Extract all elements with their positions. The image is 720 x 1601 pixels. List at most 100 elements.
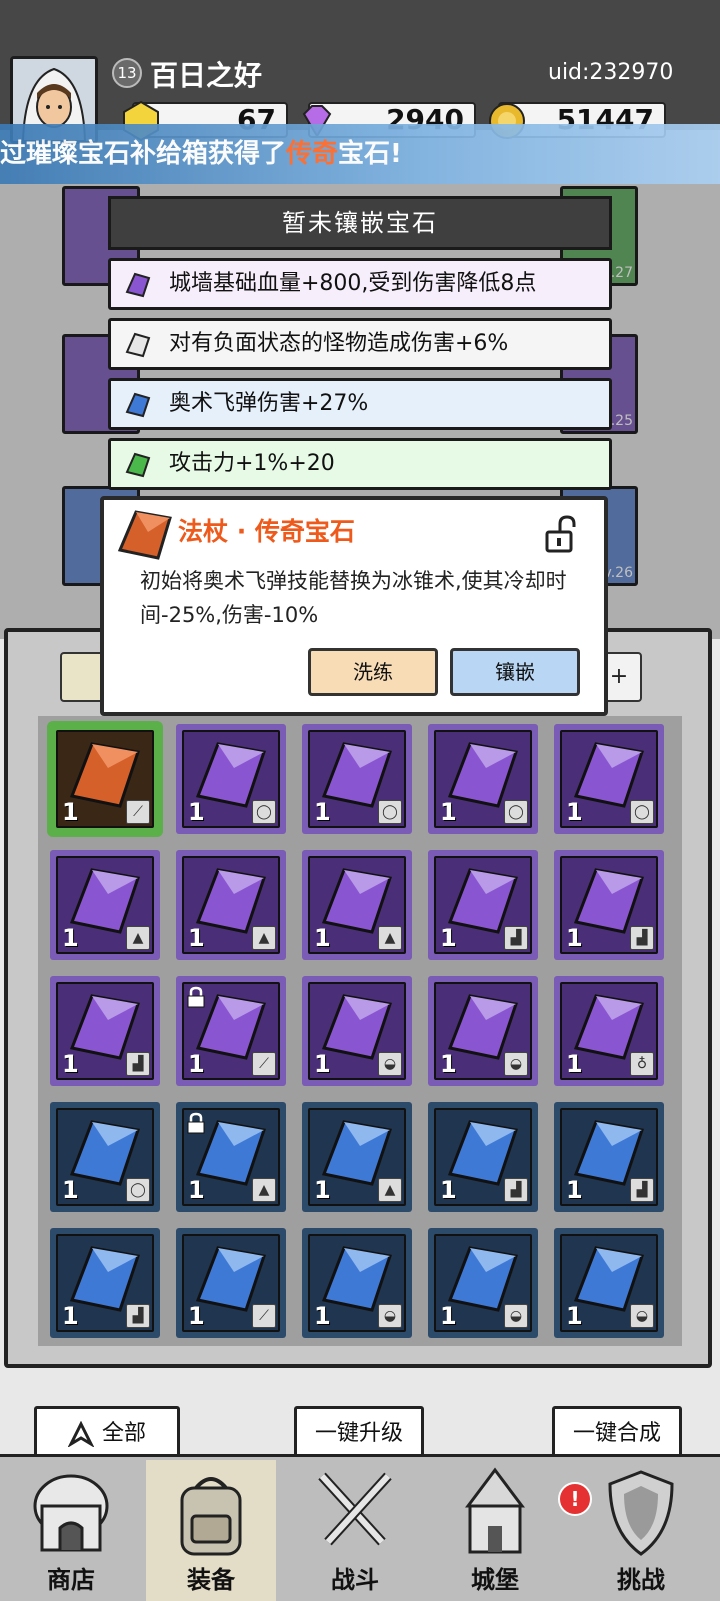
- hat-slot-icon: ◒: [504, 1304, 528, 1328]
- armor-slot-icon: ▲: [378, 926, 402, 950]
- stat-row: 攻击力+1%+20: [108, 438, 612, 490]
- amulet-slot-icon: ♁: [630, 1052, 654, 1076]
- backpack-icon: [180, 1477, 242, 1556]
- armor-slot-icon: ▲: [252, 1178, 276, 1202]
- stat-text: 对有负面状态的怪物造成伤害+6%: [169, 331, 509, 356]
- player-name: 百日之好: [150, 59, 263, 92]
- tooltip-description: 初始将奥术飞弹技能替换为冰锥术,使其冷却时间-25%,伤害-10%: [140, 569, 567, 627]
- green-gem-icon: [125, 452, 151, 478]
- inventory-gem-cell[interactable]: 1 ▟: [428, 1102, 538, 1212]
- inventory-gem-cell[interactable]: 1 ⟋: [176, 1228, 286, 1338]
- inventory-gem-cell[interactable]: 1 ◯: [302, 724, 412, 834]
- gem-count: 1: [314, 1176, 331, 1204]
- inventory-gem-cell[interactable]: 1 ▟: [554, 1102, 664, 1212]
- stat-row: 对有负面状态的怪物造成伤害+6%: [108, 318, 612, 370]
- nav-label: 商店: [47, 1566, 95, 1594]
- nav-shop[interactable]: 商店: [6, 1460, 136, 1601]
- boots-slot-icon: ▟: [630, 926, 654, 950]
- inventory-gem-cell[interactable]: 1 ⟋: [50, 724, 160, 834]
- nav-castle[interactable]: 城堡: [430, 1460, 560, 1601]
- purple-gem-icon: [125, 272, 151, 298]
- gem-count: 1: [62, 924, 79, 952]
- boots-slot-icon: ▟: [630, 1178, 654, 1202]
- unlock-icon[interactable]: [544, 514, 580, 554]
- hat-slot-icon: ◒: [378, 1304, 402, 1328]
- inventory-gem-cell[interactable]: 1 ⟋: [176, 976, 286, 1086]
- level-badge: 13: [112, 58, 142, 88]
- nav-label: 城堡: [471, 1566, 519, 1594]
- lock-icon: [187, 1112, 205, 1134]
- gem-count: 1: [62, 1176, 79, 1204]
- user-id: uid:232970: [548, 60, 674, 85]
- staff-slot-icon: ⟋: [252, 1052, 276, 1076]
- stat-text: 奥术飞弹伤害+27%: [169, 391, 369, 416]
- gem-count: 1: [188, 1176, 205, 1204]
- white-gem-icon: [125, 332, 151, 358]
- announcement-suffix: 宝石!: [338, 139, 402, 169]
- inventory-gem-cell[interactable]: 1 ▟: [50, 976, 160, 1086]
- gem-count: 1: [314, 1302, 331, 1330]
- gem-count: 1: [566, 798, 583, 826]
- shirt-filter-icon[interactable]: [60, 652, 104, 702]
- gem-count: 1: [440, 924, 457, 952]
- gem-count: 1: [314, 798, 331, 826]
- gem-count: 1: [314, 1050, 331, 1078]
- inventory-gem-cell[interactable]: 1 ◒: [302, 976, 412, 1086]
- staff-slot-icon: ⟋: [252, 1304, 276, 1328]
- ring-slot-icon: ◯: [378, 800, 402, 824]
- filter-all-label: 全部: [101, 1421, 146, 1446]
- castle-icon: [465, 1467, 525, 1554]
- inventory-gem-cell[interactable]: 1 ▟: [428, 850, 538, 960]
- announcement-banner: 过璀璨宝石补给箱获得了传奇宝石!: [0, 124, 720, 184]
- hat-slot-icon: ◒: [378, 1052, 402, 1076]
- inventory-gem-cell[interactable]: 1 ◯: [50, 1102, 160, 1212]
- gem-count: 1: [566, 924, 583, 952]
- shield-icon: [608, 1470, 674, 1556]
- nav-battle[interactable]: 战斗: [290, 1460, 420, 1601]
- shop-icon: [33, 1474, 109, 1552]
- inventory-gem-cell[interactable]: 1 ▲: [176, 850, 286, 960]
- triangle-filter-icon: [67, 1420, 95, 1448]
- nav-challenge[interactable]: 挑战: [576, 1460, 706, 1601]
- ring-slot-icon: ◯: [252, 800, 276, 824]
- gem-slot-panel: 暂未镶嵌宝石 城墙基础血量+800,受到伤害降低8点 对有负面状态的怪物造成伤害…: [108, 196, 612, 496]
- armor-slot-icon: ▲: [252, 926, 276, 950]
- stat-text: 城墙基础血量+800,受到伤害降低8点: [169, 271, 537, 296]
- ring-slot-icon: ◯: [504, 800, 528, 824]
- inventory-gem-cell[interactable]: 1 ▲: [302, 1102, 412, 1212]
- inventory-gem-cell[interactable]: 1 ▲: [176, 1102, 286, 1212]
- staff-slot-icon: ⟋: [126, 800, 150, 824]
- inventory-gem-cell[interactable]: 1 ▟: [50, 1228, 160, 1338]
- stat-text: 攻击力+1%+20: [169, 451, 335, 476]
- inventory-gem-cell[interactable]: 1 ◯: [428, 724, 538, 834]
- gem-count: 1: [566, 1302, 583, 1330]
- inventory-gem-cell[interactable]: 1 ▲: [302, 850, 412, 960]
- inventory-gem-cell[interactable]: 1 ▟: [554, 850, 664, 960]
- stat-row: 奥术飞弹伤害+27%: [108, 378, 612, 430]
- nav-label: 装备: [187, 1566, 235, 1594]
- tooltip-title: 法杖 · 传奇宝石: [178, 517, 355, 546]
- inventory-gem-cell[interactable]: 1 ◯: [176, 724, 286, 834]
- gem-count: 1: [62, 798, 79, 826]
- gem-count: 1: [62, 1050, 79, 1078]
- inventory-gem-cell[interactable]: 1 ▲: [50, 850, 160, 960]
- inventory-gem-cell[interactable]: 1 ◯: [554, 724, 664, 834]
- legendary-gem-icon: [117, 510, 172, 560]
- armor-slot-icon: ▲: [378, 1178, 402, 1202]
- gem-count: 1: [566, 1176, 583, 1204]
- inventory-gem-cell[interactable]: 1 ♁: [554, 976, 664, 1086]
- inlay-button[interactable]: 镶嵌: [450, 648, 580, 696]
- inventory-gem-cell[interactable]: 1 ◒: [302, 1228, 412, 1338]
- nav-equipment[interactable]: 装备: [146, 1460, 276, 1601]
- inventory-gem-cell[interactable]: 1 ◒: [428, 976, 538, 1086]
- ring-slot-icon: ◯: [630, 800, 654, 824]
- reroll-button[interactable]: 洗练: [308, 648, 438, 696]
- inventory-gem-cell[interactable]: 1 ◒: [428, 1228, 538, 1338]
- inventory-gem-cell[interactable]: 1 ◒: [554, 1228, 664, 1338]
- boots-slot-icon: ▟: [504, 1178, 528, 1202]
- nav-label: 挑战: [617, 1566, 665, 1594]
- gem-count: 1: [188, 1050, 205, 1078]
- lock-icon: [187, 986, 205, 1008]
- nav-label: 战斗: [331, 1566, 379, 1594]
- armor-slot-icon: ▲: [126, 926, 150, 950]
